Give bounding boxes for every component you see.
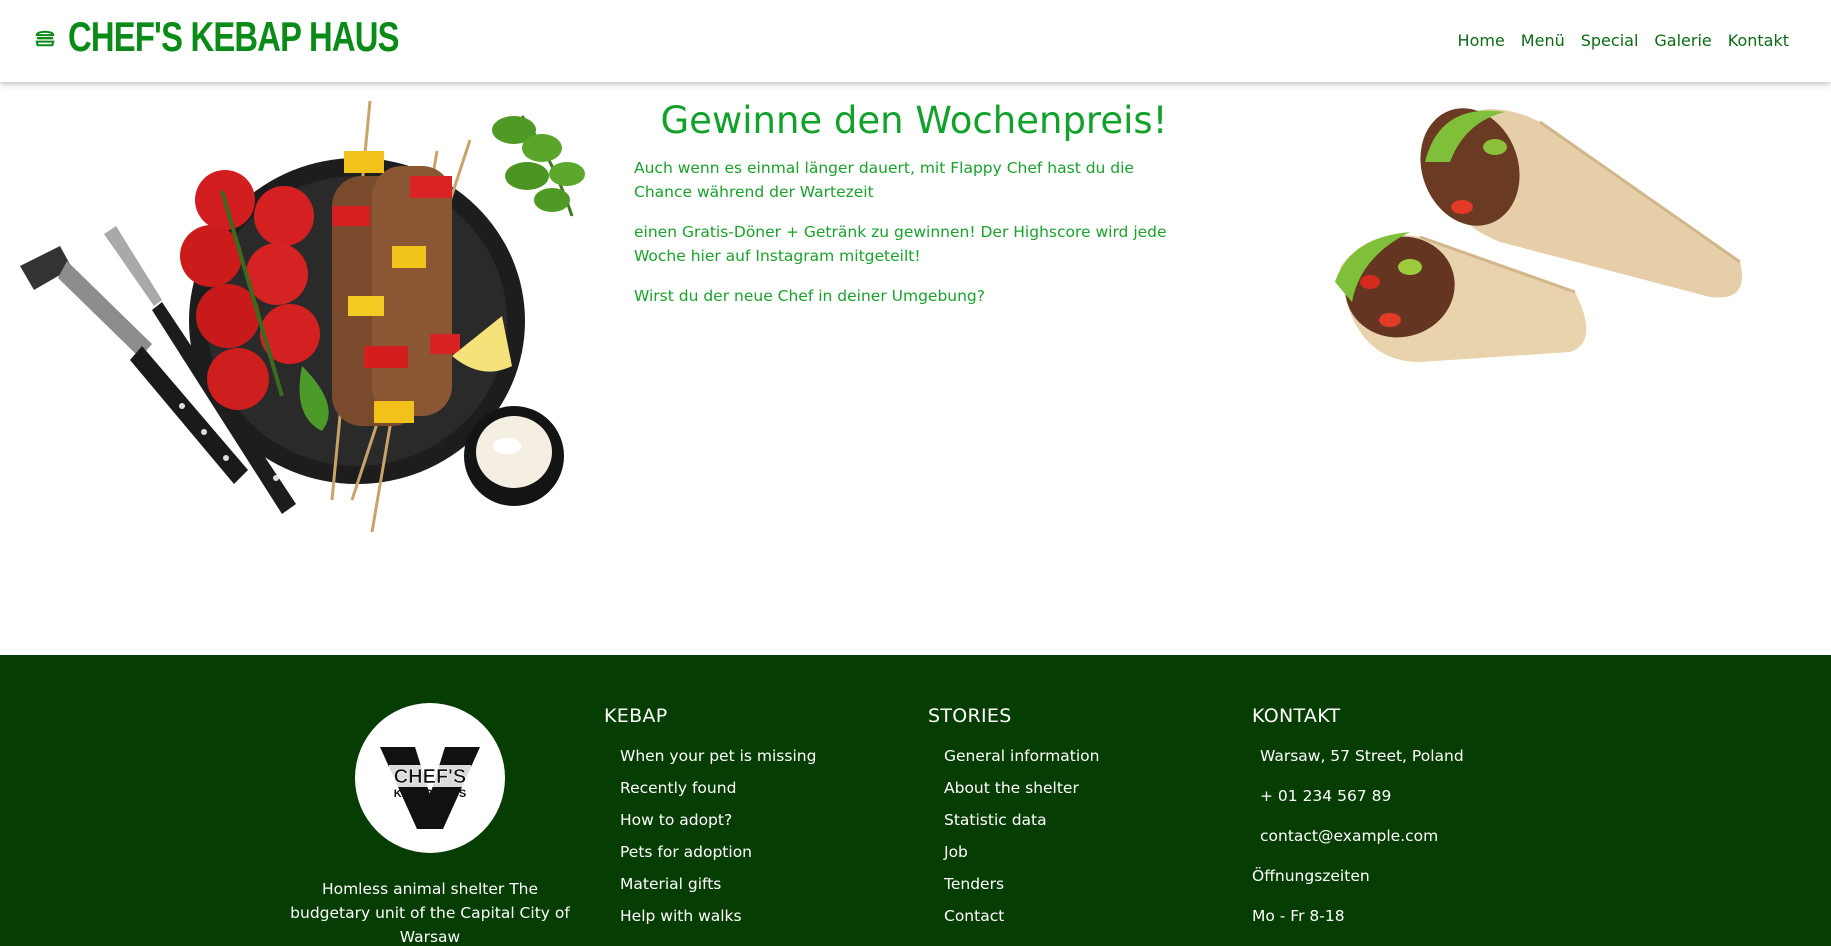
contact-email[interactable]: contact@example.com <box>1252 825 1464 847</box>
contact-phone[interactable]: + 01 234 567 89 <box>1252 785 1464 807</box>
footer-link[interactable]: Contact <box>928 905 1099 927</box>
brand-link[interactable]: CHEF'S KEBAP HAUS <box>34 14 492 60</box>
logo-text-line2: KEBAP HAUS <box>394 788 467 800</box>
contact-address: Warsaw, 57 Street, Poland <box>1260 747 1464 765</box>
footer-link[interactable]: Recently found <box>604 777 816 799</box>
kebab-plate-image <box>20 100 585 533</box>
promo-section: Gewinne den Wochenpreis! Auch wenn es ei… <box>634 96 1194 324</box>
footer-logo[interactable]: CHEF'S KEBAP HAUS <box>355 703 505 853</box>
main-nav: Home Menü Special Galerie Kontakt <box>1458 30 1789 52</box>
footer-link[interactable]: About the shelter <box>928 777 1099 799</box>
burger-icon <box>35 30 55 47</box>
footer-link[interactable]: How to adopt? <box>604 809 816 831</box>
nav-galerie[interactable]: Galerie <box>1654 30 1711 52</box>
opening-hours-value: Mo - Fr 8-18 <box>1252 907 1345 925</box>
site-footer: CHEF'S KEBAP HAUS Homless animal shelter… <box>0 655 1831 946</box>
footer-link[interactable]: Pets for adoption <box>604 841 816 863</box>
nav-special[interactable]: Special <box>1581 30 1639 52</box>
promo-paragraph: einen Gratis-Döner + Getränk zu gewinnen… <box>634 223 1167 265</box>
footer-link[interactable]: Tenders <box>928 873 1099 895</box>
brand-name: CHEF'S KEBAP HAUS <box>68 13 399 60</box>
footer-about-text: Homless animal shelter The budgetary uni… <box>290 880 570 946</box>
footer-link[interactable]: When your pet is missing <box>604 745 816 767</box>
nav-kontakt[interactable]: Kontakt <box>1728 30 1789 52</box>
footer-heading-kebap: KEBAP <box>604 705 668 727</box>
site-header: CHEF'S KEBAP HAUS Home Menü Special Gale… <box>0 0 1831 82</box>
promo-paragraph: Wirst du der neue Chef in deiner Umgebun… <box>634 287 985 305</box>
logo-mark: CHEF'S KEBAP HAUS <box>380 747 480 829</box>
footer-link[interactable]: Statistic data <box>928 809 1099 831</box>
nav-home[interactable]: Home <box>1458 30 1505 52</box>
footer-link[interactable]: Material gifts <box>604 873 816 895</box>
logo-text-line1: CHEF'S <box>394 766 467 788</box>
footer-link[interactable]: General information <box>928 745 1099 767</box>
footer-column-kontakt: KONTAKT Warsaw, 57 Street, Poland + 01 2… <box>1252 703 1464 945</box>
parsley-image <box>492 115 585 217</box>
footer-heading-kontakt: KONTAKT <box>1252 705 1341 727</box>
footer-heading-stories: STORIES <box>928 705 1012 727</box>
doner-wrap-image <box>1335 108 1742 362</box>
footer-column-kebap: KEBAP When your pet is missing Recently … <box>604 703 816 937</box>
footer-column-stories: STORIES General information About the sh… <box>928 703 1099 937</box>
footer-link[interactable]: Job <box>928 841 1099 863</box>
promo-title: Gewinne den Wochenpreis! <box>660 99 1168 142</box>
nav-menu[interactable]: Menü <box>1521 30 1565 52</box>
promo-paragraph: Auch wenn es einmal länger dauert, mit F… <box>634 159 1134 201</box>
footer-link[interactable]: Help with walks <box>604 905 816 927</box>
opening-hours-label: Öffnungszeiten <box>1252 867 1370 885</box>
sauce-bowl-image <box>464 406 564 506</box>
